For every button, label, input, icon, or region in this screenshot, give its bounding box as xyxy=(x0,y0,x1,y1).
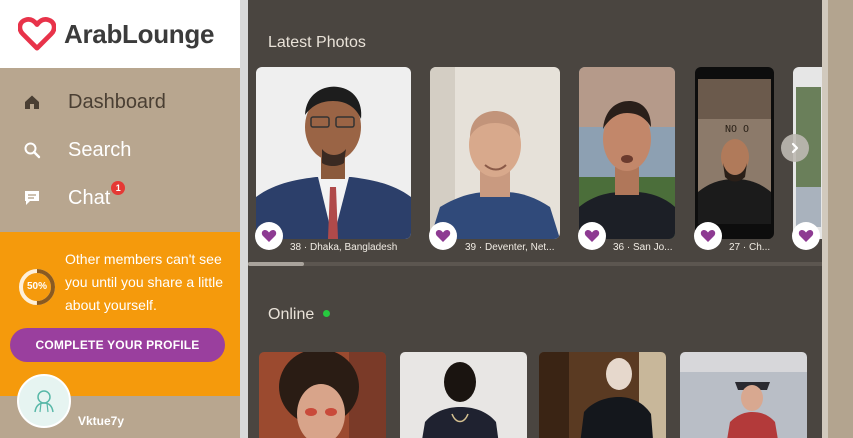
profile-progress-label: 50% xyxy=(26,281,47,292)
search-icon xyxy=(22,140,42,160)
chevron-right-icon xyxy=(791,142,799,154)
username: Vktue7y xyxy=(78,414,125,428)
svg-text:NO O: NO O xyxy=(725,124,749,135)
photo-caption: 27 · Ch... xyxy=(729,242,771,253)
sidebar-item-label: Dashboard xyxy=(68,90,166,113)
carousel-scroll-track[interactable] xyxy=(248,262,822,266)
heart-icon xyxy=(798,229,814,242)
heart-icon xyxy=(435,229,451,242)
online-member-card[interactable] xyxy=(539,352,666,438)
latest-photo-image xyxy=(430,67,560,239)
latest-photo-image xyxy=(579,67,675,239)
page-background xyxy=(828,0,853,438)
sidebar-item-search[interactable]: Search xyxy=(0,126,240,174)
online-member-card[interactable] xyxy=(259,352,386,438)
chat-icon xyxy=(22,188,42,208)
photo-caption: 36 · San Jo... xyxy=(613,242,673,253)
online-status-dot xyxy=(323,310,331,318)
sidebar-item-chat[interactable]: Chat 1 xyxy=(0,174,240,222)
profile-completion-panel: 50% Other members can't see you until yo… xyxy=(0,232,240,396)
heart-icon xyxy=(584,229,600,242)
online-title-label: Online xyxy=(268,306,315,323)
current-user[interactable]: Vktue7y xyxy=(0,374,240,438)
like-button[interactable] xyxy=(792,222,820,250)
online-member-photo xyxy=(680,352,807,438)
chat-unread-badge: 1 xyxy=(111,181,126,195)
sidebar-item-label: Chat xyxy=(68,186,111,209)
carousel-scroll-thumb[interactable] xyxy=(248,262,304,266)
like-button[interactable] xyxy=(694,222,722,250)
latest-photo-image: NO O xyxy=(695,67,774,239)
like-button[interactable] xyxy=(429,222,457,250)
latest-photo-card[interactable]: NO O xyxy=(695,67,774,239)
online-title: Online xyxy=(268,306,331,324)
photo-caption: 38 · Dhaka, Bangladesh xyxy=(290,242,398,253)
heart-icon xyxy=(700,229,716,242)
app-name: ArabLounge xyxy=(64,18,215,49)
sidebar-item-label: Search xyxy=(68,138,132,161)
online-member-photo xyxy=(259,352,386,438)
sidebar-item-dashboard[interactable]: Dashboard xyxy=(0,78,240,126)
heart-logo-icon xyxy=(18,17,56,51)
heart-icon xyxy=(261,229,277,242)
online-member-photo xyxy=(400,352,527,438)
like-button[interactable] xyxy=(578,222,606,250)
home-icon xyxy=(22,92,42,112)
photo-caption: 39 · Deventer, Net... xyxy=(465,242,555,253)
latest-photos-title: Latest Photos xyxy=(268,34,366,51)
user-avatar-icon[interactable] xyxy=(17,374,71,428)
profile-prompt-message: Other members can't see you until you sh… xyxy=(65,251,223,313)
online-member-card[interactable] xyxy=(400,352,527,438)
latest-photo-image xyxy=(256,67,411,239)
complete-profile-button[interactable]: COMPLETE YOUR PROFILE xyxy=(10,328,225,362)
main-content: Latest Photos 38 · Dhaka, Bangladesh 39 … xyxy=(248,0,822,438)
logo-bar[interactable]: ArabLounge xyxy=(0,0,240,68)
latest-photo-card[interactable] xyxy=(579,67,675,239)
latest-photo-card[interactable] xyxy=(430,67,560,239)
like-button[interactable] xyxy=(255,222,283,250)
online-member-card[interactable] xyxy=(680,352,807,438)
online-member-photo xyxy=(539,352,666,438)
sidebar-nav: Dashboard Search Chat 1 xyxy=(0,68,240,222)
sidebar: ArabLounge Dashboard Search Chat 1 50% O… xyxy=(0,0,240,438)
sidebar-scrollbar[interactable] xyxy=(240,0,248,438)
carousel-next-button[interactable] xyxy=(781,134,809,162)
latest-photo-card[interactable] xyxy=(256,67,411,239)
